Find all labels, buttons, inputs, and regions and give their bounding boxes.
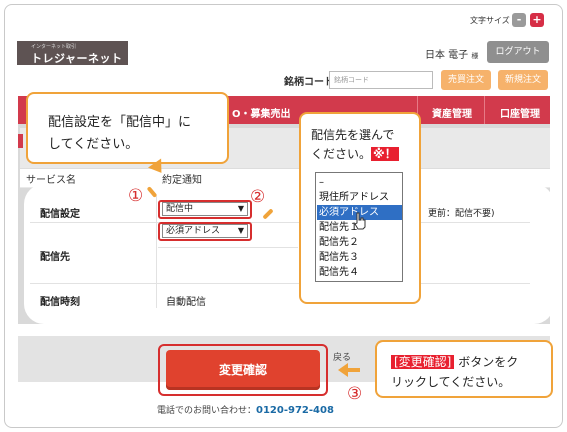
delivery-time-label: 配信時刻 <box>40 297 80 308</box>
logout-button[interactable]: ログアウト <box>487 41 549 63</box>
row-divider <box>30 222 530 223</box>
confirm-change-button[interactable]: 変更確認 <box>166 350 320 390</box>
logo-title: トレジャーネット <box>31 52 123 65</box>
font-increase-button[interactable]: + <box>530 13 544 27</box>
step2-number: ② <box>250 187 266 207</box>
step1-number: ① <box>128 186 144 206</box>
listbox-option[interactable]: 配信先２ <box>317 235 402 250</box>
listbox-option[interactable]: 配信先３ <box>317 250 402 265</box>
user-name-text: 日本 電子 <box>425 50 469 61</box>
callout3-line2: リックしてください。 <box>391 375 511 389</box>
callout-delivery-setting: 配信設定を「配信中」に してください。 <box>26 92 229 164</box>
delivery-setting-label: 配信設定 <box>40 209 80 220</box>
phone-contact: 電話でのお問い合わせ：0120-972-408 <box>157 403 334 416</box>
user-suffix: 様 <box>471 52 479 60</box>
font-decrease-button[interactable]: - <box>512 13 526 27</box>
callout2-line2: ください。 <box>311 147 372 161</box>
column-divider <box>156 196 157 308</box>
font-size-label: 文字サイズ <box>470 16 510 25</box>
phone-number[interactable]: 0120-972-408 <box>256 405 334 416</box>
stock-code-input[interactable]: 銘柄コード <box>329 71 433 89</box>
phone-label: 電話でのお問い合わせ： <box>157 406 257 416</box>
delivery-setting-value: 配信中 <box>166 204 194 214</box>
callout2-line1: 配信先を選んで <box>311 128 395 142</box>
previous-setting-note: 更前：配信不要) <box>428 209 495 219</box>
callout3-line1: ボタンをク <box>458 355 519 369</box>
delivery-target-label: 配信先 <box>40 252 70 263</box>
site-logo[interactable]: インターネット取引 トレジャーネット <box>17 41 128 65</box>
listbox-option[interactable]: 配信先４ <box>317 265 402 280</box>
stock-code-label: 銘柄コード <box>284 77 334 88</box>
callout1-line1: 配信設定を「配信中」に <box>48 115 192 130</box>
settings-form-panel <box>24 184 554 324</box>
callout-confirm-button: [変更確認] ボタンをク リックしてください。 <box>375 340 553 398</box>
new-order-button[interactable]: 新規注文 <box>498 70 548 90</box>
delivery-time-value: 自動配信 <box>166 297 206 308</box>
nav-item-assets[interactable]: 資産管理 <box>432 105 472 120</box>
nav-item-ipo[interactable]: O・募集売出 <box>232 105 291 120</box>
confirm-tag: [変更確認] <box>391 355 455 369</box>
arrow-shaft <box>344 368 360 372</box>
chevron-down-icon: ▼ <box>237 226 244 235</box>
row-divider <box>30 283 530 284</box>
nav-divider <box>484 96 485 124</box>
listbox-option[interactable]: 現住所アドレス <box>317 190 402 205</box>
sell-order-button[interactable]: 売買注文 <box>441 70 491 90</box>
delivery-target-select[interactable]: 必須アドレス ▼ <box>162 224 248 238</box>
listbox-option[interactable]: – <box>317 175 402 190</box>
delivery-target-value: 必須アドレス <box>166 226 221 236</box>
callout-delivery-target: 配信先を選んで ください。 ※！ – 現住所アドレス 必須アドレス 配信先１ 配信… <box>299 112 421 304</box>
step3-number: ③ <box>347 384 363 404</box>
logo-subtitle: インターネット取引 <box>31 44 77 50</box>
back-button-label[interactable]: 戻る <box>333 350 351 363</box>
warning-badge: ※！ <box>371 147 399 161</box>
user-name: 日本 電子 様 <box>425 46 478 61</box>
nav-item-account[interactable]: 口座管理 <box>500 105 540 120</box>
hand-cursor-icon <box>354 212 366 230</box>
delivery-setting-select[interactable]: 配信中 ▼ <box>162 202 248 216</box>
section-marker <box>18 134 23 148</box>
callout1-line2: してください。 <box>48 137 139 152</box>
chevron-down-icon: ▼ <box>237 204 244 213</box>
row-divider <box>158 247 298 248</box>
